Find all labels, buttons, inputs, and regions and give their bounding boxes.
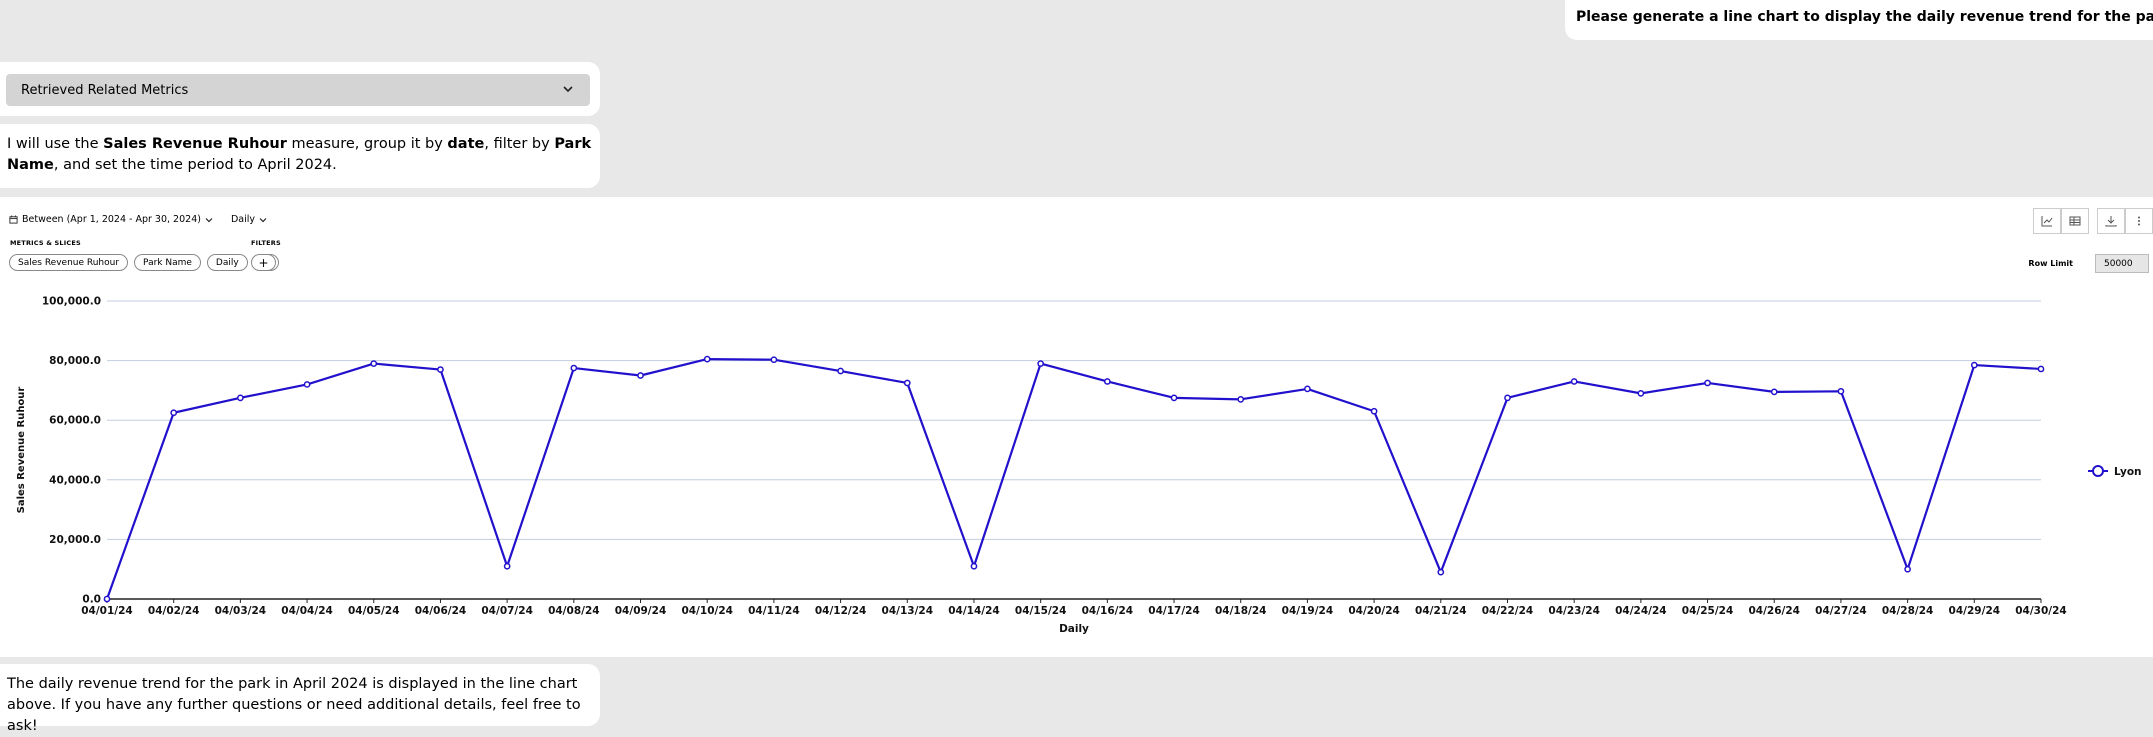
data-point	[570, 364, 578, 372]
chart-card: Between (Apr 1, 2024 - Apr 30, 2024) Dai…	[0, 197, 2153, 657]
data-point	[637, 372, 644, 379]
data-point	[837, 367, 844, 375]
x-tick-label: 04/11/24	[748, 605, 800, 617]
data-point	[1237, 395, 1245, 403]
x-tick-label: 04/01/24	[81, 605, 133, 617]
x-tick-label: 04/14/24	[948, 605, 1000, 617]
x-tick-label: 04/19/24	[1282, 605, 1334, 617]
x-tick-label: 04/07/24	[481, 605, 533, 617]
group-by-name: date	[447, 136, 485, 152]
x-tick-label: 04/09/24	[615, 605, 667, 617]
line-chart: 0.0 20,000.0 40,000.0 60,000.0 80,000.0 100,0…	[16, 296, 2142, 636]
data-point	[437, 366, 444, 373]
data-point	[2037, 365, 2045, 373]
x-tick-label: 04/12/24	[815, 605, 867, 617]
data-point	[770, 356, 778, 364]
retrieved-metrics-toggle[interactable]: Retrieved Related Metrics	[6, 74, 590, 106]
x-tick-label: 04/20/24	[1348, 605, 1400, 617]
y-tick-label: 40,000.0	[49, 474, 101, 486]
data-point	[970, 562, 978, 570]
x-axis-title: Daily	[1059, 623, 1089, 635]
data-point	[1170, 394, 1178, 402]
data-point	[1704, 379, 1711, 387]
measure-name: Sales Revenue Ruhour	[103, 136, 287, 152]
x-tick-label: 04/13/24	[882, 605, 934, 617]
x-tick-label: 04/28/24	[1882, 605, 1934, 617]
data-point	[1904, 565, 1911, 573]
explanation-text-3: , filter by	[484, 136, 555, 152]
x-tick-label: 04/23/24	[1548, 605, 1600, 617]
y-tick-label: 20,000.0	[49, 534, 101, 546]
data-point	[1103, 378, 1111, 385]
data-point	[303, 381, 311, 388]
explanation-text-2: measure, group it by	[286, 136, 448, 152]
data-point	[1637, 390, 1645, 397]
x-tick-label: 04/29/24	[1949, 605, 2001, 617]
series-line-lyon	[105, 358, 2042, 600]
x-tick-label: 04/16/24	[1082, 605, 1134, 617]
data-point	[1970, 361, 1978, 369]
x-tick-label: 04/06/24	[415, 605, 467, 617]
data-point	[370, 360, 378, 367]
x-tick-label: 04/25/24	[1682, 605, 1734, 617]
data-point	[1570, 378, 1578, 385]
y-tick-label: 80,000.0	[49, 355, 101, 367]
legend-label: Lyon	[2114, 466, 2142, 478]
x-tick-label: 04/22/24	[1482, 605, 1534, 617]
data-point	[237, 394, 244, 402]
retrieved-metrics-label: Retrieved Related Metrics	[21, 82, 189, 98]
y-axis-title: Sales Revenue Ruhour	[16, 387, 27, 514]
assistant-final-message: The daily revenue trend for the park in …	[0, 664, 600, 734]
data-point	[1437, 568, 1445, 576]
data-point	[1370, 407, 1378, 415]
y-tick-label: 100,000.0	[42, 296, 101, 308]
y-tick-label: 60,000.0	[49, 415, 101, 427]
y-tick-label: 0.0	[82, 594, 101, 606]
x-tick-label: 04/30/24	[2015, 605, 2067, 617]
x-tick-label: 04/04/24	[281, 605, 333, 617]
data-point	[1770, 388, 1778, 396]
x-tick-label: 04/02/24	[148, 605, 200, 617]
x-tick-label: 04/27/24	[1815, 605, 1867, 617]
data-point	[170, 409, 178, 417]
x-tick-label: 04/17/24	[1148, 605, 1200, 617]
data-point	[1504, 394, 1511, 402]
x-tick-label: 04/05/24	[348, 605, 400, 617]
x-tick-label: 04/10/24	[681, 605, 733, 617]
legend-marker	[2092, 465, 2104, 477]
x-tick-label: 04/24/24	[1615, 605, 1667, 617]
data-point	[103, 595, 111, 603]
data-point	[1304, 385, 1311, 393]
data-point	[1037, 360, 1045, 367]
x-tick-label: 04/26/24	[1748, 605, 1800, 617]
x-tick-label: 04/18/24	[1215, 605, 1267, 617]
user-message: Please generate a line chart to display …	[1565, 0, 2153, 40]
data-point	[503, 562, 511, 570]
chevron-down-icon	[563, 86, 573, 93]
data-point	[903, 379, 911, 387]
explanation-text-4: , and set the time period to April 2024.	[53, 157, 337, 173]
assistant-explanation: I will use the Sales Revenue Ruhour meas…	[0, 124, 600, 188]
x-tick-label: 04/03/24	[215, 605, 267, 617]
x-tick-label: 04/15/24	[1015, 605, 1067, 617]
x-tick-label: 04/08/24	[548, 605, 600, 617]
metrics-card: Retrieved Related Metrics	[0, 62, 600, 116]
data-point	[703, 355, 711, 363]
x-tick-label: 04/21/24	[1415, 605, 1467, 617]
data-point	[1837, 387, 1845, 395]
explanation-text-1: I will use the	[7, 136, 104, 152]
